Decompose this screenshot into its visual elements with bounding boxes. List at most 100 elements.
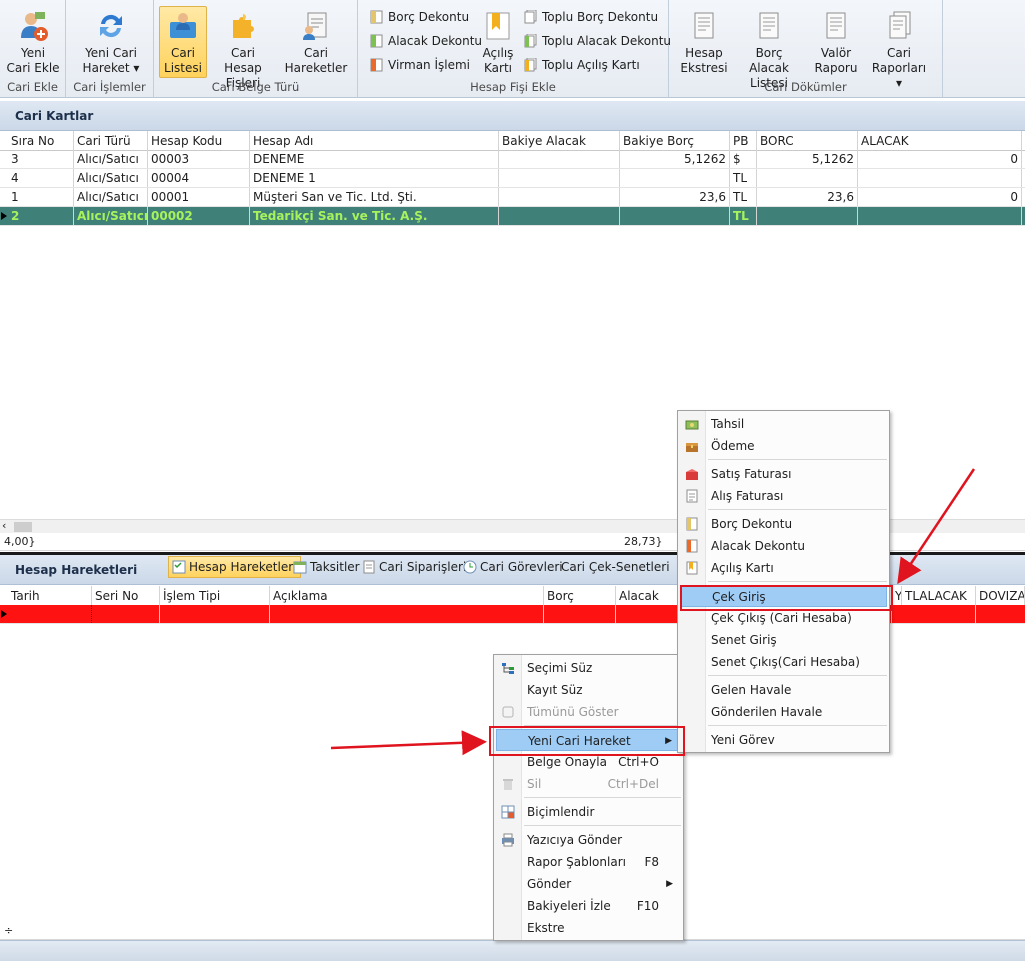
tab-cari-cek-senetleri[interactable]: Cari Çek-Senetleri	[540, 556, 675, 578]
bookmark-document-icon	[486, 12, 510, 40]
toplu-alacak-dekontu-button[interactable]: Toplu Alacak Dekontu	[522, 31, 671, 51]
list-doc-icon	[172, 560, 186, 574]
column-header[interactable]: ALACAK	[858, 131, 1022, 150]
hesap-ekstresi-button[interactable]: Hesap Ekstresi	[679, 6, 729, 78]
order-doc-icon	[363, 560, 375, 574]
cell-tlalacak[interactable]	[902, 605, 976, 623]
scrollbar-thumb[interactable]	[14, 522, 32, 532]
submenu-arrow-icon: ▶	[666, 879, 673, 889]
column-header[interactable]: Bakiye Alacak	[499, 131, 620, 150]
cell-seri-no[interactable]	[92, 605, 160, 623]
column-header[interactable]: Tarih	[8, 586, 92, 605]
borc-alacak-listesi-button[interactable]: Borç Alacak Listesi	[733, 6, 805, 90]
table-row[interactable]: 1 Alıcı/Satıcı 00001 Müşteri San ve Tic.…	[0, 188, 1025, 207]
toplu-acilis-karti-button[interactable]: Toplu Açılış Kartı	[522, 55, 640, 75]
row-indicator-icon	[0, 605, 8, 624]
column-header[interactable]: Bakiye Borç	[620, 131, 730, 150]
tab-cari-siparisleri[interactable]: Cari Siparişleri	[358, 556, 471, 578]
column-header[interactable]: PB	[730, 131, 757, 150]
column-header[interactable]: BORC	[757, 131, 858, 150]
menu-item-ekstre[interactable]: Ekstre	[496, 917, 681, 939]
grid-context-menu: Seçimi Süz Kayıt Süz Tümünü Göster Yeni …	[493, 654, 684, 941]
virman-islemi-button[interactable]: Virman İşlemi	[368, 55, 470, 75]
column-header[interactable]: Açıklama	[270, 586, 544, 605]
submenu-item-cek-giris[interactable]: Çek Giriş	[680, 585, 887, 607]
submenu-item-odeme[interactable]: Ödeme	[680, 435, 887, 457]
cell-tarih[interactable]	[8, 605, 92, 623]
submenu-item-senet-giris[interactable]: Senet Giriş	[680, 629, 887, 651]
submenu-item-satis-faturasi[interactable]: Satış Faturası	[680, 463, 887, 485]
menu-item-rapor-sablonlari[interactable]: Rapor Şablonları F8	[496, 851, 681, 873]
ribbon-group-cari-dokumler: Hesap Ekstresi Borç Alacak Listesi Valör…	[669, 0, 943, 98]
column-header[interactable]: Hesap Adı	[250, 131, 499, 150]
acilis-karti-button[interactable]: Açılış Kartı	[476, 6, 520, 78]
yeni-cari-ekle-button[interactable]: Yeni Cari Ekle	[4, 6, 62, 78]
menu-item-yaziciya-gonder[interactable]: Yazıcıya Gönder	[496, 829, 681, 851]
menu-item-secimi-suz[interactable]: Seçimi Süz	[496, 657, 681, 679]
column-header[interactable]: Sıra No	[8, 131, 74, 150]
submenu-item-alis-faturasi[interactable]: Alış Faturası	[680, 485, 887, 507]
menu-item-sil: Sil Ctrl+Del	[496, 773, 681, 795]
submenu-item-cek-cikis[interactable]: Çek Çıkış (Cari Hesaba)	[680, 607, 887, 629]
submenu-item-yeni-gorev[interactable]: Yeni Görev	[680, 729, 887, 751]
refresh-arrows-icon	[100, 14, 122, 38]
submenu-item-gonderilen-havale[interactable]: Gönderilen Havale	[680, 701, 887, 723]
submenu-item-gelen-havale[interactable]: Gelen Havale	[680, 679, 887, 701]
cell-hesap-adi: DENEME 1	[250, 169, 499, 187]
printer-icon	[502, 833, 514, 847]
reports-stack-icon	[889, 11, 911, 39]
menu-item-bicimlendir[interactable]: Biçimlendir	[496, 801, 681, 823]
invoice-doc-icon	[686, 489, 698, 503]
cari-raporlari-button[interactable]: Cari Raporları ▾	[867, 6, 931, 90]
tab-hesap-hareketleri[interactable]: Hesap Hareketleri	[168, 556, 302, 578]
scroll-left-icon[interactable]: ‹	[2, 519, 6, 532]
toplu-acilis-karti-label: Toplu Açılış Kartı	[542, 58, 640, 72]
menu-item-yeni-cari-hareket[interactable]: Yeni Cari Hareket ▶	[496, 729, 681, 751]
menu-separator	[708, 725, 887, 726]
document-user-icon	[303, 12, 327, 40]
cari-listesi-label-1: Cari	[171, 46, 195, 60]
column-header[interactable]: İşlem Tipi	[160, 586, 270, 605]
cell-sira-no: 2	[8, 207, 74, 225]
menu-item-kayit-suz[interactable]: Kayıt Süz	[496, 679, 681, 701]
cari-kartlar-columns: Sıra No Cari Türü Hesap Kodu Hesap Adı B…	[0, 131, 1025, 151]
submenu-item-borc-dekontu[interactable]: Borç Dekontu	[680, 513, 887, 535]
column-header[interactable]: Hesap Kodu	[148, 131, 250, 150]
yeni-cari-hareket-button[interactable]: Yeni Cari Hareket ▾	[78, 6, 144, 78]
menu-item-shortcut: Ctrl+Del	[607, 777, 659, 791]
cari-hareketler-button[interactable]: Cari Hareketler	[282, 6, 350, 78]
borc-dekontu-button[interactable]: Borç Dekontu	[368, 7, 469, 27]
column-header[interactable]: Y	[892, 586, 902, 605]
cari-hesap-fisleri-button[interactable]: Cari Hesap Fişleri	[210, 6, 276, 90]
borc-alacak-listesi-label-1: Borç Alacak	[749, 46, 789, 75]
acilis-karti-label-1: Açılış	[482, 46, 514, 60]
cell-islem-tipi[interactable]	[160, 605, 270, 623]
menu-item-belge-onayla[interactable]: Belge Onayla Ctrl+O	[496, 751, 681, 773]
submenu-item-tahsil[interactable]: Tahsil	[680, 413, 887, 435]
valor-raporu-button[interactable]: Valör Raporu	[809, 6, 863, 78]
submenu-item-acilis-karti[interactable]: Açılış Kartı	[680, 557, 887, 579]
cell-alacak: 0	[858, 150, 1022, 168]
table-row[interactable]: 4 Alıcı/Satıcı 00004 DENEME 1 TL	[0, 169, 1025, 188]
column-header[interactable]: Seri No	[92, 586, 160, 605]
borc-dekontu-label: Borç Dekontu	[388, 10, 470, 24]
column-header[interactable]: DOVIZAL	[976, 586, 1025, 605]
cell-aciklama[interactable]	[270, 605, 544, 623]
acilis-karti-label-2: Kartı	[484, 61, 512, 75]
submenu-item-senet-cikis[interactable]: Senet Çıkış(Cari Hesaba)	[680, 651, 887, 673]
cari-listesi-button[interactable]: Cari Listesi	[159, 6, 207, 78]
tab-taksitler[interactable]: Taksitler	[289, 556, 365, 578]
menu-item-label: Ödeme	[711, 439, 755, 453]
alacak-dekontu-button[interactable]: Alacak Dekontu	[368, 31, 482, 51]
submenu-item-alacak-dekontu[interactable]: Alacak Dekontu	[680, 535, 887, 557]
table-row-selected[interactable]: 2 Alıcı/Satıcı 00002 Tedarikçi San. ve T…	[0, 207, 1025, 226]
column-header[interactable]: Cari Türü	[74, 131, 148, 150]
cell-borc[interactable]	[544, 605, 616, 623]
menu-item-gonder[interactable]: Gönder ▶	[496, 873, 681, 895]
menu-item-bakiyeleri-izle[interactable]: Bakiyeleri İzle F10	[496, 895, 681, 917]
toplu-borc-dekontu-button[interactable]: Toplu Borç Dekontu	[522, 7, 658, 27]
documents-stack-icon	[524, 10, 537, 24]
table-row[interactable]: 3 Alıcı/Satıcı 00003 DENEME 5,1262 $ 5,1…	[0, 150, 1025, 169]
column-header[interactable]: Borç	[544, 586, 616, 605]
column-header[interactable]: TLALACAK	[902, 586, 976, 605]
